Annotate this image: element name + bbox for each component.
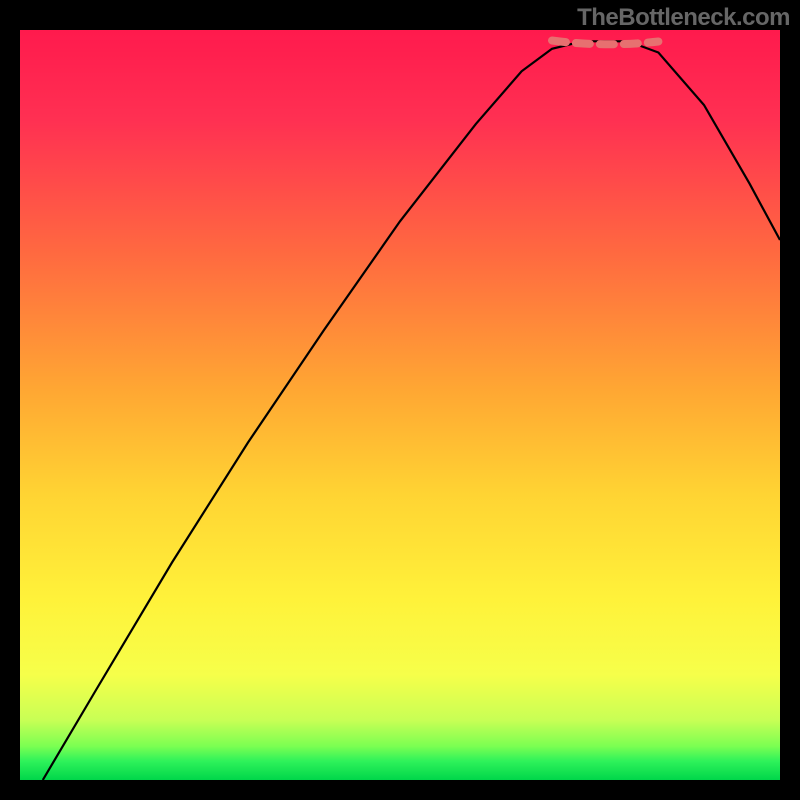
chart-stage: TheBottleneck.com — [0, 0, 800, 800]
watermark-text: TheBottleneck.com — [577, 4, 790, 32]
plot-background — [20, 30, 780, 780]
bottleneck-chart — [0, 0, 800, 800]
